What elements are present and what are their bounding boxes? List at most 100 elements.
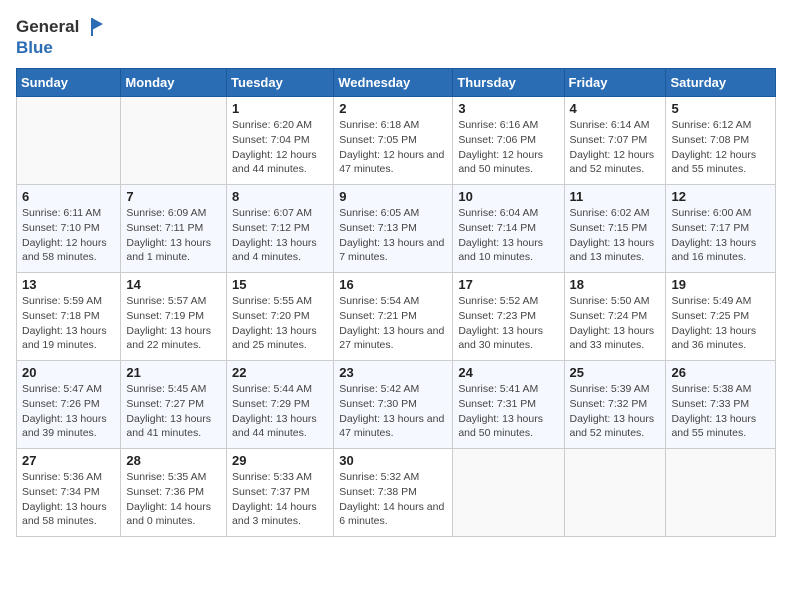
day-number: 3 xyxy=(458,101,558,116)
weekday-header-saturday: Saturday xyxy=(666,69,776,97)
day-number: 10 xyxy=(458,189,558,204)
logo-wordmark: General Blue xyxy=(16,16,103,58)
calendar-cell: 1 Sunrise: 6:20 AMSunset: 7:04 PMDaylight… xyxy=(227,97,334,185)
day-info: Sunrise: 6:18 AMSunset: 7:05 PMDaylight:… xyxy=(339,118,447,177)
day-info: Sunrise: 5:36 AMSunset: 7:34 PMDaylight:… xyxy=(22,470,115,529)
day-info: Sunrise: 6:12 AMSunset: 7:08 PMDaylight:… xyxy=(671,118,770,177)
day-info: Sunrise: 5:59 AMSunset: 7:18 PMDaylight:… xyxy=(22,294,115,353)
day-info: Sunrise: 5:52 AMSunset: 7:23 PMDaylight:… xyxy=(458,294,558,353)
week-row-5: 27 Sunrise: 5:36 AMSunset: 7:34 PMDayligh… xyxy=(17,449,776,537)
day-number: 2 xyxy=(339,101,447,116)
calendar-cell xyxy=(564,449,666,537)
day-number: 7 xyxy=(126,189,221,204)
calendar-cell: 11 Sunrise: 6:02 AMSunset: 7:15 PMDayligh… xyxy=(564,185,666,273)
day-number: 17 xyxy=(458,277,558,292)
day-number: 14 xyxy=(126,277,221,292)
week-row-2: 6 Sunrise: 6:11 AMSunset: 7:10 PMDaylight… xyxy=(17,185,776,273)
calendar-cell: 2 Sunrise: 6:18 AMSunset: 7:05 PMDaylight… xyxy=(334,97,453,185)
weekday-header-sunday: Sunday xyxy=(17,69,121,97)
day-info: Sunrise: 5:32 AMSunset: 7:38 PMDaylight:… xyxy=(339,470,447,529)
calendar-table: SundayMondayTuesdayWednesdayThursdayFrid… xyxy=(16,68,776,537)
calendar-cell xyxy=(453,449,564,537)
logo: General Blue xyxy=(16,16,103,58)
week-row-1: 1 Sunrise: 6:20 AMSunset: 7:04 PMDaylight… xyxy=(17,97,776,185)
day-info: Sunrise: 5:35 AMSunset: 7:36 PMDaylight:… xyxy=(126,470,221,529)
weekday-header-monday: Monday xyxy=(121,69,227,97)
calendar-cell: 27 Sunrise: 5:36 AMSunset: 7:34 PMDayligh… xyxy=(17,449,121,537)
header: General Blue xyxy=(16,16,776,58)
calendar-cell: 23 Sunrise: 5:42 AMSunset: 7:30 PMDayligh… xyxy=(334,361,453,449)
calendar-cell: 24Sunrise: 5:41 AMSunset: 7:31 PMDayligh… xyxy=(453,361,564,449)
calendar-cell: 14 Sunrise: 5:57 AMSunset: 7:19 PMDayligh… xyxy=(121,273,227,361)
day-info: Sunrise: 5:42 AMSunset: 7:30 PMDaylight:… xyxy=(339,382,447,441)
day-info: Sunrise: 5:39 AMSunset: 7:32 PMDaylight:… xyxy=(570,382,661,441)
calendar-cell: 21 Sunrise: 5:45 AMSunset: 7:27 PMDayligh… xyxy=(121,361,227,449)
day-info: Sunrise: 6:16 AMSunset: 7:06 PMDaylight:… xyxy=(458,118,558,177)
day-info: Sunrise: 5:54 AMSunset: 7:21 PMDaylight:… xyxy=(339,294,447,353)
day-info: Sunrise: 5:38 AMSunset: 7:33 PMDaylight:… xyxy=(671,382,770,441)
calendar-cell: 18 Sunrise: 5:50 AMSunset: 7:24 PMDayligh… xyxy=(564,273,666,361)
weekday-header-thursday: Thursday xyxy=(453,69,564,97)
day-number: 22 xyxy=(232,365,328,380)
day-number: 13 xyxy=(22,277,115,292)
calendar-cell xyxy=(121,97,227,185)
day-info: Sunrise: 6:02 AMSunset: 7:15 PMDaylight:… xyxy=(570,206,661,265)
calendar-cell: 30 Sunrise: 5:32 AMSunset: 7:38 PMDayligh… xyxy=(334,449,453,537)
calendar-cell: 9 Sunrise: 6:05 AMSunset: 7:13 PMDaylight… xyxy=(334,185,453,273)
calendar-cell: 26 Sunrise: 5:38 AMSunset: 7:33 PMDayligh… xyxy=(666,361,776,449)
day-number: 16 xyxy=(339,277,447,292)
logo-flag-icon xyxy=(81,16,103,38)
day-info: Sunrise: 6:05 AMSunset: 7:13 PMDaylight:… xyxy=(339,206,447,265)
weekday-header-tuesday: Tuesday xyxy=(227,69,334,97)
day-info: Sunrise: 5:45 AMSunset: 7:27 PMDaylight:… xyxy=(126,382,221,441)
calendar-cell: 22Sunrise: 5:44 AMSunset: 7:29 PMDayligh… xyxy=(227,361,334,449)
day-number: 21 xyxy=(126,365,221,380)
calendar-cell: 12Sunrise: 6:00 AMSunset: 7:17 PMDayligh… xyxy=(666,185,776,273)
day-info: Sunrise: 6:07 AMSunset: 7:12 PMDaylight:… xyxy=(232,206,328,265)
calendar-cell: 19Sunrise: 5:49 AMSunset: 7:25 PMDayligh… xyxy=(666,273,776,361)
day-number: 11 xyxy=(570,189,661,204)
day-number: 26 xyxy=(671,365,770,380)
day-info: Sunrise: 6:11 AMSunset: 7:10 PMDaylight:… xyxy=(22,206,115,265)
day-number: 19 xyxy=(671,277,770,292)
day-number: 23 xyxy=(339,365,447,380)
day-number: 20 xyxy=(22,365,115,380)
day-number: 25 xyxy=(570,365,661,380)
day-info: Sunrise: 5:50 AMSunset: 7:24 PMDaylight:… xyxy=(570,294,661,353)
day-number: 9 xyxy=(339,189,447,204)
day-info: Sunrise: 5:41 AMSunset: 7:31 PMDaylight:… xyxy=(458,382,558,441)
calendar-cell: 29Sunrise: 5:33 AMSunset: 7:37 PMDayligh… xyxy=(227,449,334,537)
weekday-header-row: SundayMondayTuesdayWednesdayThursdayFrid… xyxy=(17,69,776,97)
day-number: 18 xyxy=(570,277,661,292)
day-number: 29 xyxy=(232,453,328,468)
day-number: 27 xyxy=(22,453,115,468)
day-number: 30 xyxy=(339,453,447,468)
day-info: Sunrise: 6:04 AMSunset: 7:14 PMDaylight:… xyxy=(458,206,558,265)
week-row-3: 13 Sunrise: 5:59 AMSunset: 7:18 PMDayligh… xyxy=(17,273,776,361)
calendar-cell: 10 Sunrise: 6:04 AMSunset: 7:14 PMDayligh… xyxy=(453,185,564,273)
week-row-4: 20Sunrise: 5:47 AMSunset: 7:26 PMDayligh… xyxy=(17,361,776,449)
calendar-cell: 16 Sunrise: 5:54 AMSunset: 7:21 PMDayligh… xyxy=(334,273,453,361)
day-number: 8 xyxy=(232,189,328,204)
day-info: Sunrise: 5:57 AMSunset: 7:19 PMDaylight:… xyxy=(126,294,221,353)
day-number: 1 xyxy=(232,101,328,116)
weekday-header-friday: Friday xyxy=(564,69,666,97)
calendar-cell: 15Sunrise: 5:55 AMSunset: 7:20 PMDayligh… xyxy=(227,273,334,361)
calendar-cell: 4Sunrise: 6:14 AMSunset: 7:07 PMDaylight… xyxy=(564,97,666,185)
calendar-cell: 17 Sunrise: 5:52 AMSunset: 7:23 PMDayligh… xyxy=(453,273,564,361)
day-info: Sunrise: 6:20 AMSunset: 7:04 PMDaylight:… xyxy=(232,118,328,177)
day-number: 15 xyxy=(232,277,328,292)
day-info: Sunrise: 6:00 AMSunset: 7:17 PMDaylight:… xyxy=(671,206,770,265)
calendar-cell: 28Sunrise: 5:35 AMSunset: 7:36 PMDayligh… xyxy=(121,449,227,537)
calendar-cell: 8 Sunrise: 6:07 AMSunset: 7:12 PMDaylight… xyxy=(227,185,334,273)
calendar-cell xyxy=(666,449,776,537)
calendar-cell: 5Sunrise: 6:12 AMSunset: 7:08 PMDaylight… xyxy=(666,97,776,185)
calendar-cell xyxy=(17,97,121,185)
weekday-header-wednesday: Wednesday xyxy=(334,69,453,97)
calendar-cell: 6 Sunrise: 6:11 AMSunset: 7:10 PMDaylight… xyxy=(17,185,121,273)
calendar-cell: 25 Sunrise: 5:39 AMSunset: 7:32 PMDayligh… xyxy=(564,361,666,449)
day-number: 6 xyxy=(22,189,115,204)
calendar-cell: 7Sunrise: 6:09 AMSunset: 7:11 PMDaylight… xyxy=(121,185,227,273)
logo-blue: Blue xyxy=(16,38,103,58)
logo-general: General xyxy=(16,17,79,37)
